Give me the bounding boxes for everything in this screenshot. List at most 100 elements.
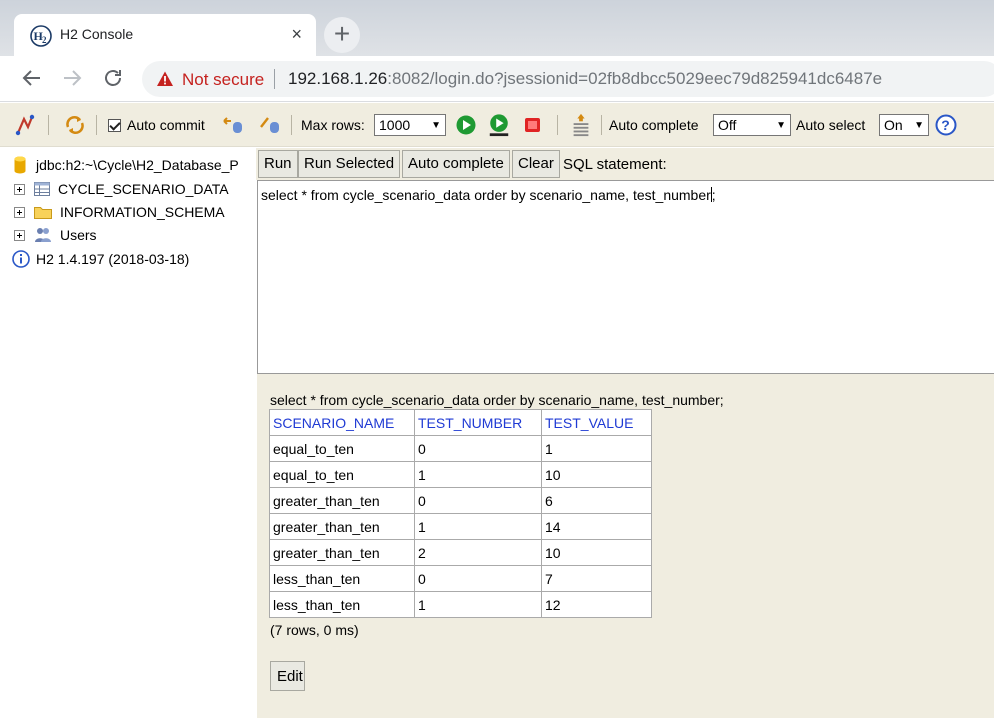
chevron-down-icon: ▼: [914, 119, 924, 131]
forward-arrow-icon[interactable]: [60, 66, 84, 90]
table-icon: [34, 182, 50, 196]
chevron-down-icon: ▼: [431, 119, 441, 131]
tab-close-icon[interactable]: ×: [291, 24, 302, 44]
sql-statement-label: SQL statement:: [563, 156, 667, 173]
back-arrow-icon[interactable]: [20, 66, 44, 90]
tree-item-label: Users: [60, 227, 97, 243]
browser-omnibar: Not secure 192.168.1.26:8082/login.do?js…: [0, 56, 994, 102]
max-rows-select[interactable]: 1000 ▼: [374, 114, 446, 136]
disconnect-icon[interactable]: [14, 113, 38, 137]
table-cell: 12: [541, 591, 652, 618]
table-cell: 2: [414, 539, 542, 566]
sql-editor[interactable]: select * from cycle_scenario_data order …: [257, 180, 994, 374]
not-secure-label[interactable]: Not secure: [182, 70, 264, 90]
tree-connection[interactable]: jdbc:h2:~\Cycle\H2_Database_P: [14, 154, 239, 176]
query-toolbar: Run Run Selected Auto complete Clear SQL…: [256, 148, 994, 180]
row-count-summary: (7 rows, 0 ms): [270, 622, 359, 638]
auto-select-label: Auto select: [796, 117, 866, 133]
table-cell: less_than_ten: [269, 591, 415, 618]
table-cell: 6: [541, 487, 652, 514]
help-icon[interactable]: ?: [935, 113, 957, 137]
table-cell: equal_to_ten: [269, 435, 415, 462]
run-selected-button[interactable]: Run Selected: [298, 150, 401, 178]
executed-statement: select * from cycle_scenario_data order …: [270, 392, 724, 408]
table-cell: 1: [541, 435, 652, 462]
max-rows-label: Max rows:: [301, 117, 365, 133]
table-row: greater_than_ten 0 6: [269, 487, 652, 514]
browser-tab-h2-console[interactable]: H 2 H2 Console ×: [14, 14, 316, 56]
connection-url: jdbc:h2:~\Cycle\H2_Database_P: [36, 157, 239, 173]
table-cell: greater_than_ten: [269, 539, 415, 566]
results-table: SCENARIO_NAME TEST_NUMBER TEST_VALUE equ…: [269, 409, 652, 618]
table-cell: greater_than_ten: [269, 513, 415, 540]
clear-button[interactable]: Clear: [512, 150, 560, 178]
auto-commit-toggle[interactable]: Auto commit: [108, 113, 205, 137]
results-panel: select * from cycle_scenario_data order …: [257, 374, 994, 718]
table-row: less_than_ten 0 7: [269, 565, 652, 592]
rollback-icon[interactable]: [221, 113, 245, 137]
column-header-test-value[interactable]: TEST_VALUE: [541, 409, 652, 436]
toolbar-divider: [291, 115, 292, 135]
run-icon[interactable]: [455, 113, 477, 137]
auto-select-select[interactable]: On ▼: [879, 114, 929, 136]
svg-text:?: ?: [941, 117, 950, 133]
column-header-scenario-name[interactable]: SCENARIO_NAME: [269, 409, 415, 436]
table-cell: 0: [414, 487, 542, 514]
auto-complete-label: Auto complete: [609, 117, 699, 133]
table-row: greater_than_ten 1 14: [269, 513, 652, 540]
tree-item-information-schema[interactable]: INFORMATION_SCHEMA: [14, 201, 225, 223]
table-cell: 1: [414, 513, 542, 540]
table-cell: greater_than_ten: [269, 487, 415, 514]
run-selected-icon[interactable]: [487, 113, 511, 137]
address-bar[interactable]: Not secure 192.168.1.26:8082/login.do?js…: [142, 61, 994, 97]
reload-icon[interactable]: [101, 66, 125, 90]
column-header-test-number[interactable]: TEST_NUMBER: [414, 409, 542, 436]
toolbar-divider: [601, 115, 602, 135]
browser-tab-strip: H 2 H2 Console × +: [0, 0, 994, 56]
auto-complete-select[interactable]: Off ▼: [713, 114, 791, 136]
refresh-icon[interactable]: [63, 113, 87, 137]
tab-title: H2 Console: [60, 26, 134, 42]
schema-tree: jdbc:h2:~\Cycle\H2_Database_P CYCLE_SCEN…: [0, 148, 256, 718]
h2-favicon-icon: H 2: [30, 25, 52, 47]
table-cell: 10: [541, 539, 652, 566]
table-row: equal_to_ten 1 10: [269, 461, 652, 488]
expand-icon[interactable]: [14, 229, 25, 241]
table-cell: 0: [414, 565, 542, 592]
url-host: 192.168.1.26: [288, 69, 388, 88]
table-row: equal_to_ten 0 1: [269, 435, 652, 462]
tree-item-cycle-scenario-data[interactable]: CYCLE_SCENARIO_DATA: [14, 178, 229, 200]
sql-text: select * from cycle_scenario_data order …: [261, 187, 711, 203]
sql-terminator: ;: [711, 187, 716, 203]
folder-icon: [34, 207, 52, 219]
table-cell: 1: [414, 591, 542, 618]
table-row: greater_than_ten 2 10: [269, 539, 652, 566]
tree-version: H2 1.4.197 (2018-03-18): [12, 248, 189, 270]
sql-editor-text[interactable]: select * from cycle_scenario_data order …: [261, 187, 716, 203]
expand-icon[interactable]: [14, 183, 25, 195]
database-icon: [14, 156, 26, 174]
commit-icon[interactable]: [258, 113, 282, 137]
table-header-row: SCENARIO_NAME TEST_NUMBER TEST_VALUE: [269, 409, 652, 436]
auto-complete-button[interactable]: Auto complete: [402, 150, 510, 178]
table-row: less_than_ten 1 12: [269, 591, 652, 618]
auto-select-value: On: [884, 117, 903, 133]
table-cell: less_than_ten: [269, 565, 415, 592]
stop-icon[interactable]: [523, 113, 543, 137]
run-button[interactable]: Run: [258, 150, 298, 178]
expand-icon[interactable]: [14, 206, 25, 218]
history-icon[interactable]: [569, 113, 593, 137]
url-text[interactable]: 192.168.1.26:8082/login.do?jsessionid=02…: [288, 69, 882, 89]
h2-toolbar: Auto commit Max rows: 1000 ▼ Auto comple…: [0, 103, 994, 147]
toolbar-divider: [96, 115, 97, 135]
max-rows-value: 1000: [379, 117, 411, 133]
auto-commit-checkbox[interactable]: [108, 118, 121, 132]
table-cell: 1: [414, 461, 542, 488]
table-cell: 10: [541, 461, 652, 488]
toolbar-divider: [557, 115, 558, 135]
auto-commit-label: Auto commit: [127, 117, 205, 133]
tree-item-users[interactable]: Users: [14, 224, 97, 246]
edit-button[interactable]: Edit: [270, 661, 305, 691]
new-tab-button[interactable]: +: [324, 17, 360, 53]
svg-text:2: 2: [42, 35, 47, 45]
